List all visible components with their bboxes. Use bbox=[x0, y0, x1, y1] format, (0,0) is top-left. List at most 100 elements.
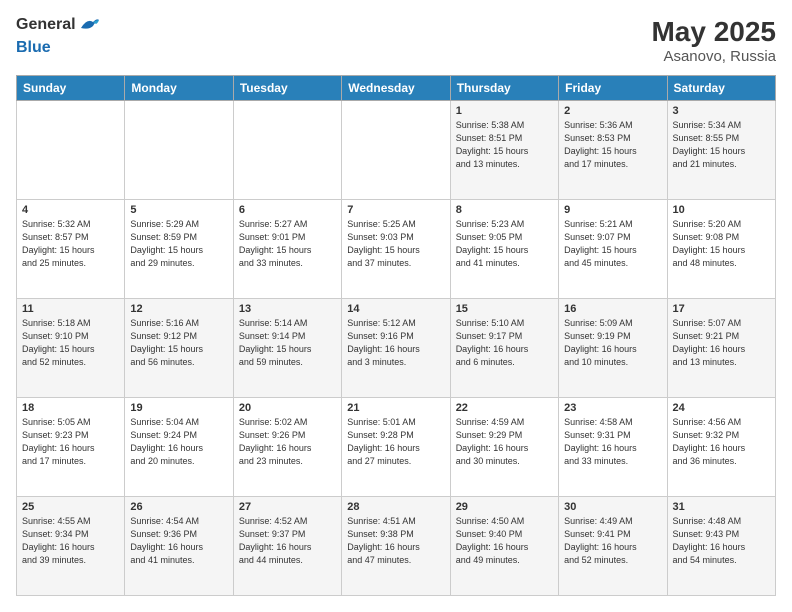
calendar-cell: 23 Sunrise: 4:58 AMSunset: 9:31 PMDayligh… bbox=[559, 398, 667, 497]
calendar-cell: 1 Sunrise: 5:38 AMSunset: 8:51 PMDaylight… bbox=[450, 101, 558, 200]
day-number: 27 bbox=[239, 501, 336, 513]
day-number: 2 bbox=[564, 105, 661, 117]
day-info: Sunrise: 4:51 AMSunset: 9:38 PMDaylight:… bbox=[347, 515, 444, 567]
day-number: 5 bbox=[130, 204, 227, 216]
col-header-friday: Friday bbox=[559, 76, 667, 101]
day-info: Sunrise: 5:25 AMSunset: 9:03 PMDaylight:… bbox=[347, 218, 444, 270]
logo-text: General Blue bbox=[16, 16, 101, 57]
week-row-1: 1 Sunrise: 5:38 AMSunset: 8:51 PMDaylight… bbox=[17, 101, 776, 200]
calendar-cell: 14 Sunrise: 5:12 AMSunset: 9:16 PMDayligh… bbox=[342, 299, 450, 398]
title-block: May 2025 Asanovo, Russia bbox=[651, 16, 776, 65]
calendar-cell: 6 Sunrise: 5:27 AMSunset: 9:01 PMDaylight… bbox=[233, 200, 341, 299]
day-number: 1 bbox=[456, 105, 553, 117]
calendar-cell bbox=[125, 101, 233, 200]
week-row-3: 11Sunrise: 5:18 AMSunset: 9:10 PMDayligh… bbox=[17, 299, 776, 398]
day-info: Sunrise: 4:59 AMSunset: 9:29 PMDaylight:… bbox=[456, 416, 553, 468]
day-number: 9 bbox=[564, 204, 661, 216]
day-number: 10 bbox=[673, 204, 770, 216]
day-info: Sunrise: 4:49 AMSunset: 9:41 PMDaylight:… bbox=[564, 515, 661, 567]
day-info: Sunrise: 5:07 AMSunset: 9:21 PMDaylight:… bbox=[673, 317, 770, 369]
day-number: 12 bbox=[130, 303, 227, 315]
calendar-cell bbox=[17, 101, 125, 200]
day-info: Sunrise: 4:52 AMSunset: 9:37 PMDaylight:… bbox=[239, 515, 336, 567]
day-number: 4 bbox=[22, 204, 119, 216]
calendar-cell: 18 Sunrise: 5:05 AMSunset: 9:23 PMDayligh… bbox=[17, 398, 125, 497]
logo: General Blue bbox=[16, 16, 101, 57]
col-header-monday: Monday bbox=[125, 76, 233, 101]
day-number: 22 bbox=[456, 402, 553, 414]
day-number: 6 bbox=[239, 204, 336, 216]
calendar-cell: 13 Sunrise: 5:14 AMSunset: 9:14 PMDayligh… bbox=[233, 299, 341, 398]
month-year: May 2025 bbox=[651, 16, 776, 48]
day-number: 26 bbox=[130, 501, 227, 513]
day-info: Sunrise: 5:23 AMSunset: 9:05 PMDaylight:… bbox=[456, 218, 553, 270]
calendar-cell: 29Sunrise: 4:50 AMSunset: 9:40 PMDayligh… bbox=[450, 497, 558, 596]
col-header-thursday: Thursday bbox=[450, 76, 558, 101]
day-number: 17 bbox=[673, 303, 770, 315]
day-info: Sunrise: 5:05 AMSunset: 9:23 PMDaylight:… bbox=[22, 416, 119, 468]
calendar-cell bbox=[342, 101, 450, 200]
day-info: Sunrise: 5:27 AMSunset: 9:01 PMDaylight:… bbox=[239, 218, 336, 270]
header: General Blue May 2025 Asanovo, Russia bbox=[16, 16, 776, 65]
calendar-cell: 30 Sunrise: 4:49 AMSunset: 9:41 PMDayligh… bbox=[559, 497, 667, 596]
col-header-wednesday: Wednesday bbox=[342, 76, 450, 101]
day-number: 31 bbox=[673, 501, 770, 513]
calendar-cell: 20Sunrise: 5:02 AMSunset: 9:26 PMDayligh… bbox=[233, 398, 341, 497]
day-info: Sunrise: 5:16 AMSunset: 9:12 PMDaylight:… bbox=[130, 317, 227, 369]
logo-blue: Blue bbox=[16, 39, 51, 56]
calendar-cell: 2Sunrise: 5:36 AMSunset: 8:53 PMDaylight… bbox=[559, 101, 667, 200]
logo-general: General bbox=[16, 16, 76, 33]
calendar-cell: 28Sunrise: 4:51 AMSunset: 9:38 PMDayligh… bbox=[342, 497, 450, 596]
day-number: 30 bbox=[564, 501, 661, 513]
day-info: Sunrise: 5:12 AMSunset: 9:16 PMDaylight:… bbox=[347, 317, 444, 369]
calendar-cell: 7Sunrise: 5:25 AMSunset: 9:03 PMDaylight… bbox=[342, 200, 450, 299]
day-info: Sunrise: 5:09 AMSunset: 9:19 PMDaylight:… bbox=[564, 317, 661, 369]
calendar-cell: 9Sunrise: 5:21 AMSunset: 9:07 PMDaylight… bbox=[559, 200, 667, 299]
day-info: Sunrise: 4:50 AMSunset: 9:40 PMDaylight:… bbox=[456, 515, 553, 567]
col-header-sunday: Sunday bbox=[17, 76, 125, 101]
day-info: Sunrise: 5:10 AMSunset: 9:17 PMDaylight:… bbox=[456, 317, 553, 369]
day-number: 19 bbox=[130, 402, 227, 414]
day-info: Sunrise: 4:58 AMSunset: 9:31 PMDaylight:… bbox=[564, 416, 661, 468]
day-number: 8 bbox=[456, 204, 553, 216]
day-info: Sunrise: 5:01 AMSunset: 9:28 PMDaylight:… bbox=[347, 416, 444, 468]
calendar-cell: 19Sunrise: 5:04 AMSunset: 9:24 PMDayligh… bbox=[125, 398, 233, 497]
logo-bird-icon bbox=[79, 16, 101, 39]
day-number: 23 bbox=[564, 402, 661, 414]
day-info: Sunrise: 5:18 AMSunset: 9:10 PMDaylight:… bbox=[22, 317, 119, 369]
calendar-cell: 25 Sunrise: 4:55 AMSunset: 9:34 PMDayligh… bbox=[17, 497, 125, 596]
location: Asanovo, Russia bbox=[651, 48, 776, 65]
calendar-cell: 4 Sunrise: 5:32 AMSunset: 8:57 PMDaylight… bbox=[17, 200, 125, 299]
day-number: 18 bbox=[22, 402, 119, 414]
day-number: 21 bbox=[347, 402, 444, 414]
day-info: Sunrise: 5:32 AMSunset: 8:57 PMDaylight:… bbox=[22, 218, 119, 270]
day-info: Sunrise: 4:55 AMSunset: 9:34 PMDaylight:… bbox=[22, 515, 119, 567]
calendar-cell: 12 Sunrise: 5:16 AMSunset: 9:12 PMDayligh… bbox=[125, 299, 233, 398]
day-info: Sunrise: 4:54 AMSunset: 9:36 PMDaylight:… bbox=[130, 515, 227, 567]
day-info: Sunrise: 5:02 AMSunset: 9:26 PMDaylight:… bbox=[239, 416, 336, 468]
week-row-2: 4 Sunrise: 5:32 AMSunset: 8:57 PMDaylight… bbox=[17, 200, 776, 299]
day-number: 16 bbox=[564, 303, 661, 315]
calendar-cell: 27 Sunrise: 4:52 AMSunset: 9:37 PMDayligh… bbox=[233, 497, 341, 596]
calendar-cell: 8 Sunrise: 5:23 AMSunset: 9:05 PMDaylight… bbox=[450, 200, 558, 299]
calendar-cell: 31Sunrise: 4:48 AMSunset: 9:43 PMDayligh… bbox=[667, 497, 775, 596]
calendar-cell: 16 Sunrise: 5:09 AMSunset: 9:19 PMDayligh… bbox=[559, 299, 667, 398]
calendar-cell: 22 Sunrise: 4:59 AMSunset: 9:29 PMDayligh… bbox=[450, 398, 558, 497]
day-number: 25 bbox=[22, 501, 119, 513]
day-number: 14 bbox=[347, 303, 444, 315]
page: General Blue May 2025 Asanovo, Russia Su… bbox=[0, 0, 792, 612]
day-info: Sunrise: 5:14 AMSunset: 9:14 PMDaylight:… bbox=[239, 317, 336, 369]
calendar-cell: 11Sunrise: 5:18 AMSunset: 9:10 PMDayligh… bbox=[17, 299, 125, 398]
calendar-cell: 15 Sunrise: 5:10 AMSunset: 9:17 PMDayligh… bbox=[450, 299, 558, 398]
day-info: Sunrise: 5:38 AMSunset: 8:51 PMDaylight:… bbox=[456, 119, 553, 171]
calendar-cell bbox=[233, 101, 341, 200]
day-number: 3 bbox=[673, 105, 770, 117]
day-info: Sunrise: 4:56 AMSunset: 9:32 PMDaylight:… bbox=[673, 416, 770, 468]
day-number: 13 bbox=[239, 303, 336, 315]
week-row-4: 18 Sunrise: 5:05 AMSunset: 9:23 PMDayligh… bbox=[17, 398, 776, 497]
day-info: Sunrise: 5:34 AMSunset: 8:55 PMDaylight:… bbox=[673, 119, 770, 171]
calendar-cell: 26 Sunrise: 4:54 AMSunset: 9:36 PMDayligh… bbox=[125, 497, 233, 596]
calendar-cell: 21 Sunrise: 5:01 AMSunset: 9:28 PMDayligh… bbox=[342, 398, 450, 497]
day-number: 24 bbox=[673, 402, 770, 414]
day-number: 15 bbox=[456, 303, 553, 315]
